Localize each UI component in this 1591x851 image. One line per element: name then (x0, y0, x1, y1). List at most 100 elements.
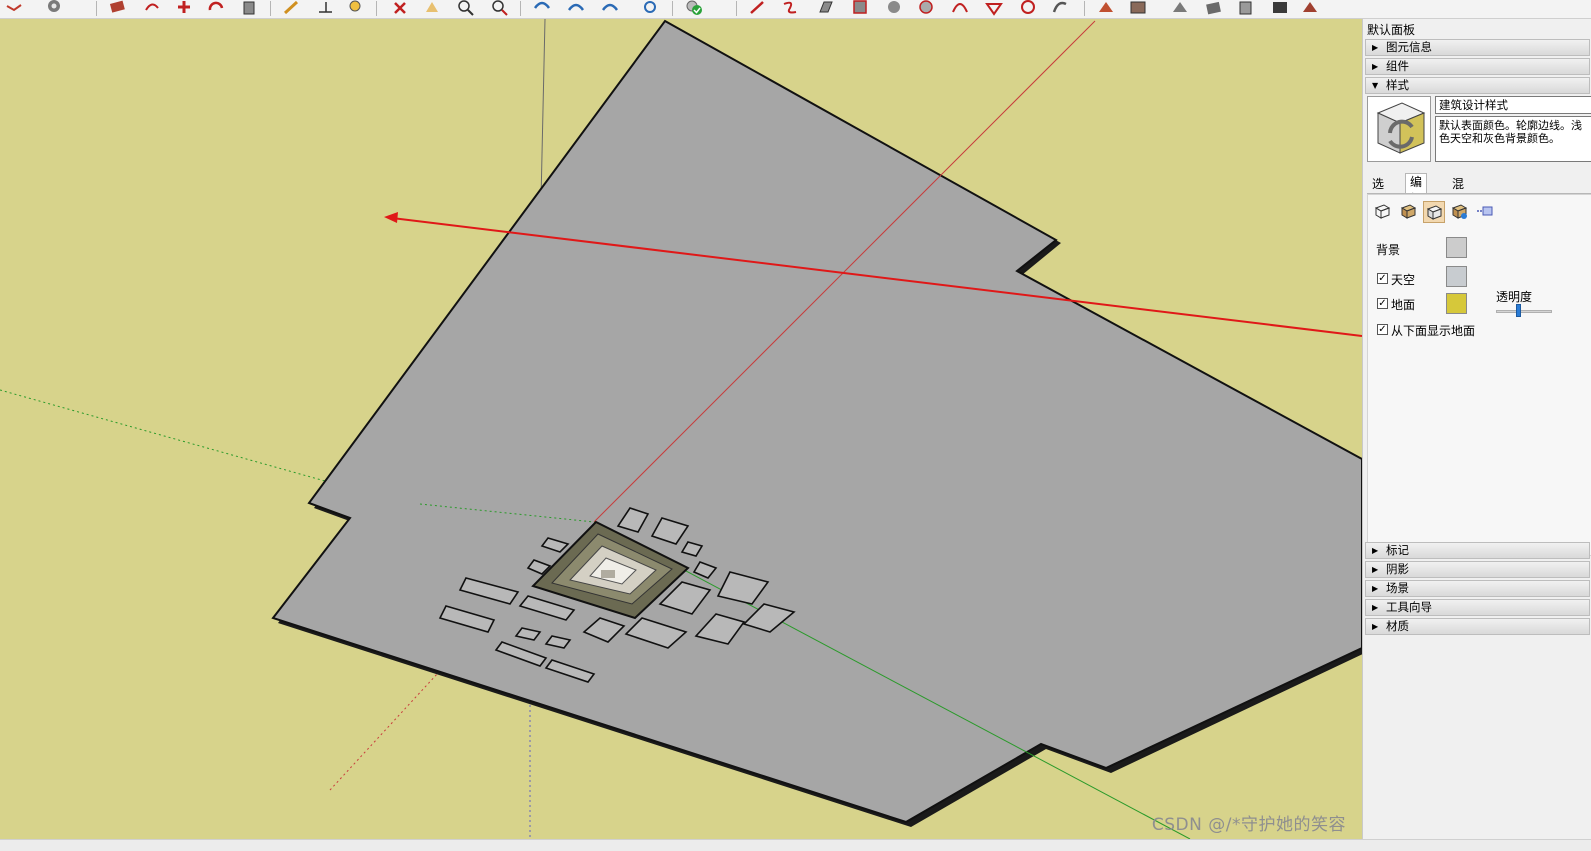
expand-arrow-icon: ▶ (1372, 565, 1379, 574)
terrain-icon[interactable] (950, 0, 970, 16)
rectangle-icon[interactable] (600, 0, 620, 16)
arc-icon[interactable] (566, 0, 586, 16)
tab-edit[interactable]: 编辑 (1405, 173, 1428, 206)
background-color-swatch[interactable] (1446, 237, 1467, 258)
background-label: 背景 (1376, 243, 1401, 257)
style-thumbnail[interactable] (1367, 96, 1431, 162)
sandbox-scratch-icon[interactable] (1204, 0, 1224, 16)
terrain-grid-icon[interactable] (1128, 0, 1148, 16)
tray-label: 图元信息 (1386, 40, 1432, 54)
tape-icon[interactable] (316, 0, 336, 16)
drape-icon[interactable] (1018, 0, 1038, 16)
tray-label: 样式 (1386, 78, 1409, 92)
default-tray-panel: 默认面板 ▶ 图元信息 ▶ 组件 ▼ 样式 建筑设计样式 默认表面颜色。轮廓边线… (1362, 19, 1591, 839)
tab-select[interactable]: 选择 (1367, 175, 1389, 208)
orbit-icon[interactable] (4, 0, 24, 16)
tray-entity-info[interactable]: ▶ 图元信息 (1365, 39, 1590, 56)
followme-icon[interactable] (850, 0, 870, 16)
toolbar-separator (96, 1, 97, 16)
show-ground-from-below-label: 从下面显示地面 (1391, 324, 1476, 338)
sandbox-add-detail-icon[interactable] (1236, 0, 1256, 16)
panel-title: 默认面板 (1367, 23, 1416, 37)
zoom-extents-icon[interactable] (390, 0, 410, 16)
collapse-arrow-icon: ▼ (1372, 81, 1379, 90)
update-style-icon (1376, 102, 1426, 154)
tray-label: 标记 (1386, 543, 1409, 557)
style-name-field[interactable]: 建筑设计样式 (1435, 96, 1591, 114)
tray-label: 场景 (1386, 581, 1409, 595)
section-icon[interactable] (422, 0, 442, 16)
toolbar-separator (376, 1, 377, 16)
rotate-icon[interactable] (206, 0, 226, 16)
scene-canvas (0, 19, 1362, 839)
circle-icon[interactable] (640, 0, 660, 16)
expand-arrow-icon: ▶ (1372, 62, 1379, 71)
edge-settings-icon[interactable] (1372, 201, 1394, 223)
tray-tags[interactable]: ▶ 标记 (1365, 542, 1590, 559)
pushpull-icon[interactable] (780, 0, 800, 16)
3d-viewport[interactable]: CSDN @/*守护她的笑容 (0, 19, 1362, 839)
expand-arrow-icon: ▶ (1372, 622, 1379, 631)
toolbar-separator (736, 1, 737, 16)
modeling-settings-icon[interactable] (1475, 201, 1497, 223)
tray-label: 工具向导 (1386, 600, 1432, 614)
zoom-icon[interactable] (346, 0, 366, 16)
opacity-slider-track[interactable] (1496, 310, 1552, 313)
show-ground-from-below-checkbox[interactable]: ✓ (1377, 324, 1388, 335)
tab-mix[interactable]: 混合 (1447, 175, 1469, 208)
watermark-text: CSDN @/*守护她的笑容 (1151, 815, 1346, 835)
eraser-icon[interactable] (108, 0, 128, 16)
tray-materials[interactable]: ▶ 材质 (1365, 618, 1590, 635)
flip-icon[interactable] (1050, 0, 1070, 16)
scale-icon[interactable] (240, 0, 260, 16)
toolbar (0, 0, 1591, 19)
tray-styles[interactable]: ▼ 样式 (1365, 77, 1590, 94)
opacity-label: 透明度 (1496, 290, 1533, 304)
pencil-icon[interactable] (282, 0, 302, 16)
sandbox-flip-edge-icon[interactable] (1270, 0, 1290, 16)
tray-shadows[interactable]: ▶ 阴影 (1365, 561, 1590, 578)
stamp-icon[interactable] (984, 0, 1004, 16)
toolbar-separator (270, 1, 271, 16)
layers-icon[interactable] (456, 0, 476, 16)
tray-label: 组件 (1386, 59, 1409, 73)
polygon-icon[interactable] (748, 0, 768, 16)
ground-checkbox[interactable]: ✓ (1377, 298, 1388, 309)
tray-components[interactable]: ▶ 组件 (1365, 58, 1590, 75)
move-icon[interactable] (174, 0, 194, 16)
warehouse-icon[interactable] (490, 0, 510, 16)
watermark-settings-icon[interactable] (1449, 201, 1471, 223)
expand-arrow-icon: ▶ (1372, 584, 1379, 593)
select-icon[interactable] (44, 0, 64, 16)
expand-arrow-icon: ▶ (1372, 43, 1379, 52)
sandbox-icon[interactable] (916, 0, 936, 16)
sky-label: 天空 (1391, 273, 1416, 287)
expand-arrow-icon: ▶ (1372, 603, 1379, 612)
ground-label: 地面 (1391, 298, 1416, 312)
sandbox-end-icon[interactable] (1300, 0, 1320, 16)
sandbox-contours-icon[interactable] (1170, 0, 1190, 16)
tray-scenes[interactable]: ▶ 场景 (1365, 580, 1590, 597)
face-settings-icon[interactable] (1398, 201, 1420, 223)
sky-color-swatch[interactable] (1446, 266, 1467, 287)
paint-icon[interactable] (142, 0, 162, 16)
expand-arrow-icon: ▶ (1372, 546, 1379, 555)
opacity-slider-thumb[interactable] (1516, 304, 1522, 317)
tray-label: 材质 (1386, 619, 1409, 633)
check-icon[interactable] (684, 0, 704, 16)
line-icon[interactable] (532, 0, 552, 16)
toolbar-separator (520, 1, 521, 16)
tray-instructor[interactable]: ▶ 工具向导 (1365, 599, 1590, 616)
smoove-icon[interactable] (1096, 0, 1116, 16)
ground-color-swatch[interactable] (1446, 293, 1467, 314)
style-description-field[interactable]: 默认表面颜色。轮廓边线。浅色天空和灰色背景颜色。 (1435, 116, 1591, 162)
offset-icon[interactable] (816, 0, 836, 16)
background-settings-icon[interactable] (1423, 201, 1445, 223)
status-bar (0, 839, 1591, 851)
tray-label: 阴影 (1386, 562, 1409, 576)
toolbar-separator (672, 1, 673, 16)
edit-settings-area: 背景 ✓ 天空 ✓ 地面 透明度 ✓ 从下面显示地面 (1367, 194, 1591, 556)
intersect-icon[interactable] (884, 0, 904, 16)
sky-checkbox[interactable]: ✓ (1377, 273, 1388, 284)
toolbar-separator (1084, 1, 1085, 16)
